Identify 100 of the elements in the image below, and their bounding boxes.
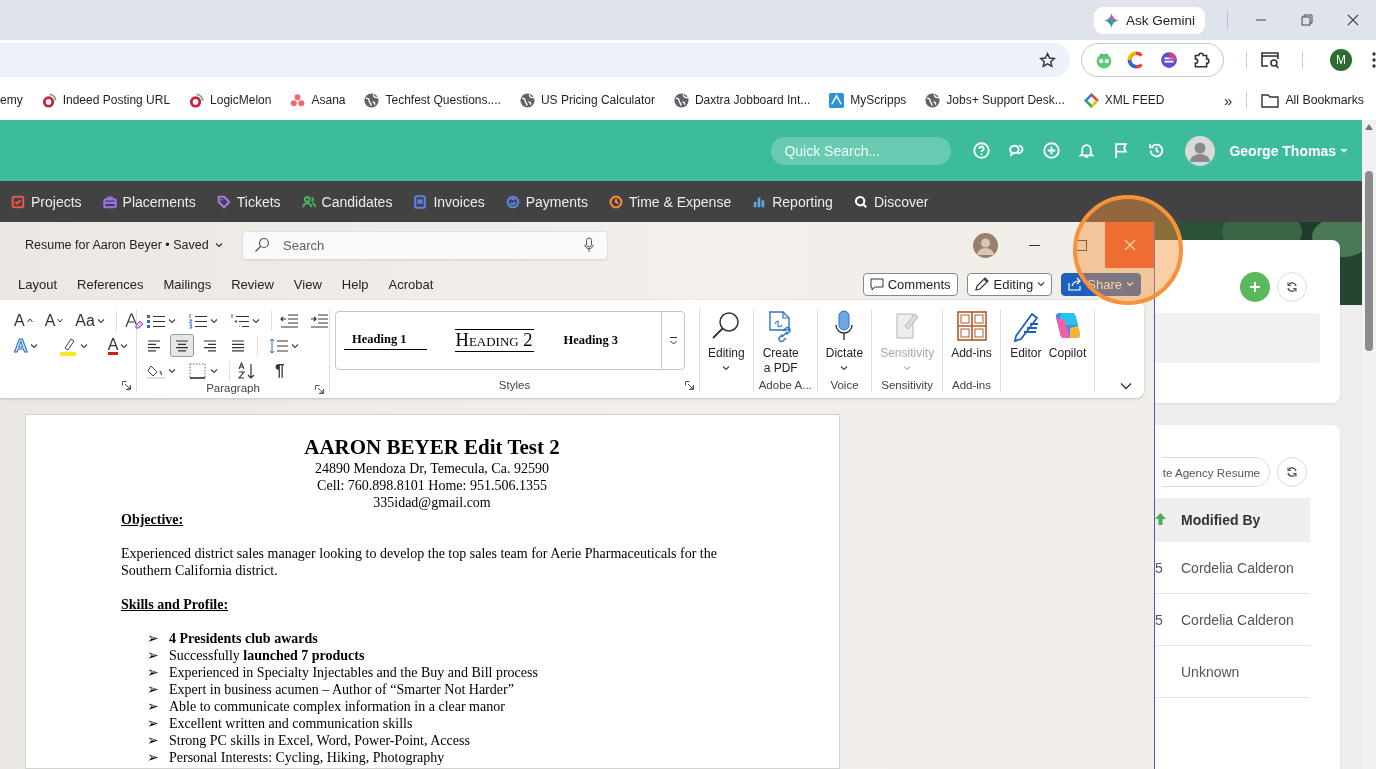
numbering-icon xyxy=(188,312,208,329)
nav-item[interactable]: Candidates xyxy=(301,193,393,210)
multilevel-list-icon xyxy=(230,312,250,329)
style-option[interactable]: Heading 3 xyxy=(563,333,619,348)
dialog-launcher-icon[interactable] xyxy=(685,381,694,390)
comment-icon xyxy=(869,277,884,291)
profile-avatar[interactable]: M xyxy=(1330,49,1353,71)
bullet-marker: ➢ xyxy=(147,749,160,766)
nav-item[interactable]: Discover xyxy=(853,193,929,210)
menu-tab[interactable]: Acrobat xyxy=(388,276,434,292)
menu-tab[interactable]: Mailings xyxy=(163,276,212,292)
clear-formatting-icon[interactable] xyxy=(123,310,144,331)
shrink-font-button[interactable]: A xyxy=(40,309,68,332)
add-ins-button[interactable]: Add-ins xyxy=(948,309,995,378)
menu-tab[interactable]: Help xyxy=(341,276,369,292)
close-icon[interactable] xyxy=(1347,14,1359,26)
nav-item[interactable]: Invoices xyxy=(413,193,485,210)
refresh-button[interactable] xyxy=(1277,457,1307,487)
striped-circle-icon[interactable] xyxy=(1159,51,1178,69)
star-icon[interactable] xyxy=(1038,51,1056,69)
document-title-button[interactable]: Resume for Aaron Beyer • Saved xyxy=(25,238,223,252)
microphone-icon[interactable] xyxy=(584,236,594,253)
nav-item[interactable]: Projects xyxy=(11,193,82,210)
bookmark-link[interactable]: Daxtra Jobboard Int... xyxy=(673,92,811,108)
editing-mode-button[interactable]: Editing xyxy=(966,272,1053,296)
bullet-marker: ➢ xyxy=(147,630,160,647)
share-icon xyxy=(1068,277,1084,291)
nav-item[interactable]: Time & Expense xyxy=(609,193,732,210)
scroll-up-icon[interactable] xyxy=(1365,124,1373,130)
bookmark-link[interactable]: US Pricing Calculator xyxy=(519,92,655,108)
restore-icon[interactable] xyxy=(1301,14,1313,26)
create-pdf-button[interactable]: Create a PDF xyxy=(758,309,803,378)
text-effects-letter: A xyxy=(14,334,28,357)
menu-tab[interactable]: View xyxy=(293,276,322,292)
caret-icon xyxy=(291,342,299,349)
bookmark-link[interactable]: LogicMelon xyxy=(189,92,272,108)
sort-up-icon xyxy=(1155,513,1166,525)
nav-item[interactable]: Placements xyxy=(102,193,196,210)
table-cell-text: Unknown xyxy=(1181,663,1241,680)
bookmark-link[interactable]: MyScripps xyxy=(829,92,907,108)
nav-item[interactable]: Payments xyxy=(505,193,588,210)
search-field[interactable]: Search xyxy=(242,230,608,260)
more-bookmarks-button[interactable]: » xyxy=(1224,91,1233,109)
menu-tab[interactable]: Layout xyxy=(18,276,58,292)
scrollbar[interactable] xyxy=(1362,120,1376,769)
list-item: Able to communicate complex information in a clear manor xyxy=(169,698,505,715)
bookmark-link[interactable]: emy xyxy=(0,93,23,107)
comments-button[interactable]: Comments xyxy=(862,272,958,296)
close-icon xyxy=(1123,239,1136,251)
editor-button[interactable]: Editor xyxy=(1005,309,1046,378)
bookmark-link[interactable]: Asana xyxy=(290,92,346,108)
dictate-button[interactable]: Dictate xyxy=(822,309,867,378)
list-item: Personal Interests: Cycling, Hiking, Photography xyxy=(169,749,445,766)
group-label: Add-ins xyxy=(952,379,991,391)
collapse-ribbon-icon[interactable] xyxy=(1120,382,1132,390)
change-case-button[interactable]: Aa xyxy=(71,309,109,332)
caret-icon xyxy=(120,342,129,349)
user-avatar[interactable] xyxy=(973,232,998,258)
resume-button[interactable]: te Agency Resume xyxy=(1161,457,1270,487)
borders-icon xyxy=(188,362,208,379)
caret-icon xyxy=(1126,281,1134,287)
style-option[interactable]: Heading 2 xyxy=(454,329,534,352)
sort-icon[interactable] xyxy=(237,361,257,380)
editing-button[interactable]: Editing xyxy=(705,309,748,378)
bookmark-link[interactable]: XML FEED xyxy=(1083,92,1165,108)
bookmark-link[interactable]: Techfest Questions.... xyxy=(364,92,501,108)
grow-font-button[interactable]: A xyxy=(10,309,37,332)
scrollbar-thumb[interactable] xyxy=(1365,171,1373,351)
all-bookmarks-button[interactable]: All Bookmarks xyxy=(1261,92,1364,108)
dialog-launcher-icon[interactable] xyxy=(315,385,324,394)
group-label: Voice xyxy=(830,379,859,391)
bookmark-link[interactable]: Jobs+ Support Desk... xyxy=(925,92,1065,108)
decrease-indent-icon[interactable] xyxy=(279,312,299,329)
tab-search-icon[interactable] xyxy=(1260,51,1281,69)
table-cell-text: 5 xyxy=(1155,559,1164,576)
bookmark-link[interactable]: Indeed Posting URL xyxy=(41,92,171,108)
menu-tab[interactable]: References xyxy=(77,276,144,292)
dialog-launcher-icon[interactable] xyxy=(122,381,131,390)
nav-item[interactable]: Reporting xyxy=(752,193,833,210)
font-color-button[interactable]: A xyxy=(103,334,133,357)
menu-tab[interactable]: Review xyxy=(231,276,274,292)
refresh-button[interactable] xyxy=(1277,272,1307,302)
align-center-button[interactable] xyxy=(170,334,194,357)
more-menu-icon[interactable] xyxy=(1372,52,1376,68)
caret-icon xyxy=(96,317,105,324)
group-label: Sensitivity xyxy=(881,379,934,391)
copilot-button[interactable]: Copilot xyxy=(1045,309,1090,378)
globe-icon xyxy=(925,92,941,108)
color-ring-icon[interactable] xyxy=(1127,51,1146,69)
table-cell-text: 5 xyxy=(1155,611,1164,628)
sparkle-icon xyxy=(1103,12,1119,28)
nav-item[interactable]: Tickets xyxy=(216,193,281,210)
puzzle-icon[interactable] xyxy=(1192,51,1211,69)
column-header[interactable]: Modified By xyxy=(1181,512,1310,528)
caret-icon xyxy=(168,317,176,324)
ask-gemini-button[interactable]: Ask Gemini xyxy=(1093,6,1205,34)
show-formatting-button[interactable]: ¶ xyxy=(271,359,293,382)
increase-indent-icon[interactable] xyxy=(309,312,329,329)
style-option[interactable]: Heading 1 xyxy=(344,331,427,350)
bullet-marker: ➢ xyxy=(147,681,160,698)
